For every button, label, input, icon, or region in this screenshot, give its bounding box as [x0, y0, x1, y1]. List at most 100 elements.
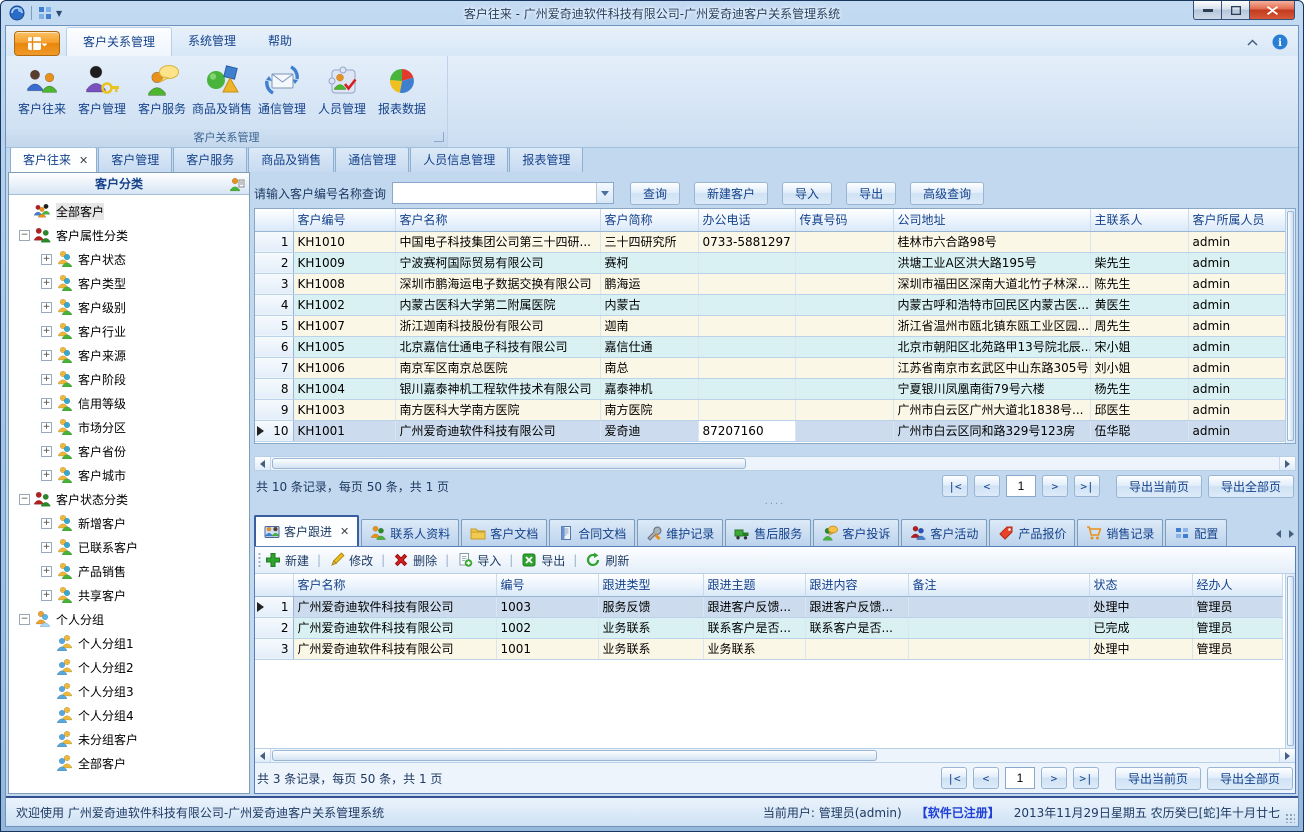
tree-item[interactable]: +信用等级: [9, 391, 249, 415]
column-header[interactable]: 跟进内容: [805, 574, 908, 596]
table-cell[interactable]: [795, 336, 893, 357]
table-cell[interactable]: 柴先生: [1090, 252, 1188, 273]
table-cell[interactable]: 广州爱奇迪软件科技有限公司: [293, 617, 496, 638]
tree-expander-icon[interactable]: +: [41, 590, 52, 601]
table-cell[interactable]: admin: [1188, 399, 1285, 420]
tree-item[interactable]: +客户状态: [9, 247, 249, 271]
table-cell[interactable]: [698, 336, 795, 357]
tree-expander-icon[interactable]: −: [19, 614, 30, 625]
table-cell[interactable]: 业务联系: [703, 638, 805, 659]
table-cell[interactable]: [795, 231, 893, 252]
tree-expander-icon[interactable]: +: [41, 326, 52, 337]
tree-item-label[interactable]: 个人分组3: [78, 683, 134, 700]
tree-item-label[interactable]: 个人分组1: [78, 635, 134, 652]
table-cell[interactable]: 广州爱奇迪软件科技有限公司: [395, 420, 600, 441]
first-page-button[interactable]: |<: [941, 767, 967, 789]
table-cell[interactable]: 南总: [600, 357, 698, 378]
close-tab-icon[interactable]: ✕: [340, 525, 349, 538]
table-cell[interactable]: 服务反馈: [598, 596, 703, 617]
tree-item-label[interactable]: 个人分组: [56, 611, 104, 628]
tree-item-label[interactable]: 全部客户: [78, 755, 126, 772]
table-cell[interactable]: 赛柯: [600, 252, 698, 273]
table-cell[interactable]: [698, 378, 795, 399]
ribbon-button-personnel-management[interactable]: 人员管理: [312, 60, 372, 117]
tree-item[interactable]: + 客户省份: [9, 439, 249, 463]
tree-item-label[interactable]: 共享客户: [78, 587, 126, 604]
detail-tab-customer-activities[interactable]: 客户活动: [901, 519, 987, 546]
followup-grid-vscrollbar[interactable]: [1285, 574, 1295, 748]
column-header[interactable]: [255, 574, 293, 596]
doc-tab-communication-management[interactable]: 通信管理: [335, 148, 409, 172]
table-cell[interactable]: KH1005: [293, 336, 395, 357]
column-header[interactable]: 传真号码: [795, 209, 893, 231]
table-cell[interactable]: 广州爱奇迪软件科技有限公司: [293, 638, 496, 659]
table-cell[interactable]: 深圳市鹏海运电子数据交换有限公司: [395, 273, 600, 294]
table-cell[interactable]: 深圳市福田区深南大道北竹子林深...: [893, 273, 1090, 294]
doc-tab-products-and-sales[interactable]: 商品及销售: [248, 148, 334, 172]
table-cell[interactable]: KH1001: [293, 420, 395, 441]
detail-tab-customer-complaints[interactable]: 客户投诉: [813, 519, 899, 546]
table-cell[interactable]: 嘉信仕通: [600, 336, 698, 357]
row-number-cell[interactable]: 6: [255, 336, 293, 357]
row-number-cell[interactable]: 5: [255, 315, 293, 336]
tree-item-label[interactable]: 客户城市: [78, 467, 126, 484]
table-cell[interactable]: 洪塘工业A区洪大路195号: [893, 252, 1090, 273]
table-cell[interactable]: admin: [1188, 294, 1285, 315]
table-cell[interactable]: 三十四研究所: [600, 231, 698, 252]
tab-scroll-left-icon[interactable]: [1276, 530, 1281, 538]
scroll-thumb[interactable]: [272, 750, 877, 761]
column-header[interactable]: 主联系人: [1090, 209, 1188, 231]
tree-item-label[interactable]: 客户状态: [78, 251, 126, 268]
table-cell[interactable]: admin: [1188, 420, 1285, 441]
tree-item[interactable]: + 市场分区: [9, 415, 249, 439]
table-cell[interactable]: 1001: [496, 638, 598, 659]
table-cell[interactable]: [698, 357, 795, 378]
page-number-input[interactable]: [1006, 475, 1036, 497]
table-cell[interactable]: KH1009: [293, 252, 395, 273]
tree-item-label[interactable]: 全部客户: [56, 203, 104, 220]
tree-item-label[interactable]: 市场分区: [78, 419, 126, 436]
export-current-page-button[interactable]: 导出当前页: [1116, 475, 1202, 498]
row-number-cell[interactable]: 7: [255, 357, 293, 378]
table-cell[interactable]: KH1003: [293, 399, 395, 420]
table-row[interactable]: 5KH1007浙江迦南科技股份有限公司迦南浙江省温州市瓯北镇东瓯工业区园...周…: [255, 315, 1285, 336]
table-cell[interactable]: KH1002: [293, 294, 395, 315]
table-cell[interactable]: 伍华聪: [1090, 420, 1188, 441]
table-cell[interactable]: 87207160: [698, 420, 795, 441]
table-cell[interactable]: 北京市朝阳区北苑路甲13号院北辰...: [893, 336, 1090, 357]
table-cell[interactable]: 内蒙古呼和浩特市回民区内蒙古医...: [893, 294, 1090, 315]
column-header[interactable]: 备注: [908, 574, 1089, 596]
table-cell[interactable]: 南方医科大学南方医院: [395, 399, 600, 420]
table-cell[interactable]: 联系客户是否...: [805, 617, 908, 638]
row-number-cell[interactable]: 1: [255, 231, 293, 252]
tree-item-label[interactable]: 客户省份: [78, 443, 126, 460]
tree-expander-icon[interactable]: +: [41, 446, 52, 457]
table-cell[interactable]: 广州市白云区广州大道北1838号...: [893, 399, 1090, 420]
tree-expander-icon[interactable]: +: [41, 422, 52, 433]
table-cell[interactable]: [698, 315, 795, 336]
table-cell[interactable]: 0733-5881297: [698, 231, 795, 252]
tree-item[interactable]: +客户类型: [9, 271, 249, 295]
detail-tab-maintenance-records[interactable]: 维护记录: [637, 519, 723, 546]
detail-tab-configuration[interactable]: 配置: [1165, 519, 1227, 546]
query-button[interactable]: 查询: [630, 182, 680, 205]
table-cell[interactable]: 管理员: [1192, 617, 1282, 638]
table-row[interactable]: 6KH1005北京嘉信仕通电子科技有限公司嘉信仕通北京市朝阳区北苑路甲13号院北…: [255, 336, 1285, 357]
table-cell[interactable]: 内蒙古医科大学第二附属医院: [395, 294, 600, 315]
followup-grid-hscrollbar[interactable]: [255, 748, 1295, 763]
scroll-thumb[interactable]: [272, 458, 746, 469]
table-cell[interactable]: 浙江省温州市瓯北镇东瓯工业区园...: [893, 315, 1090, 336]
detail-tab-customer-followup[interactable]: 客户跟进✕: [254, 515, 359, 546]
tree-item[interactable]: −客户状态分类: [9, 487, 249, 511]
tree-expander-icon[interactable]: −: [19, 230, 30, 241]
column-header[interactable]: 公司地址: [893, 209, 1090, 231]
table-cell[interactable]: admin: [1188, 357, 1285, 378]
tree-item[interactable]: + 共享客户: [9, 583, 249, 607]
table-cell[interactable]: 浙江迦南科技股份有限公司: [395, 315, 600, 336]
table-cell[interactable]: 联系客户是否...: [703, 617, 805, 638]
table-cell[interactable]: admin: [1188, 315, 1285, 336]
customer-grid-hscrollbar[interactable]: [254, 456, 1296, 471]
tree-expander-icon[interactable]: +: [41, 302, 52, 313]
export-records-button[interactable]: 导出: [521, 552, 565, 569]
doc-tab-customer-management[interactable]: 客户管理: [98, 148, 172, 172]
